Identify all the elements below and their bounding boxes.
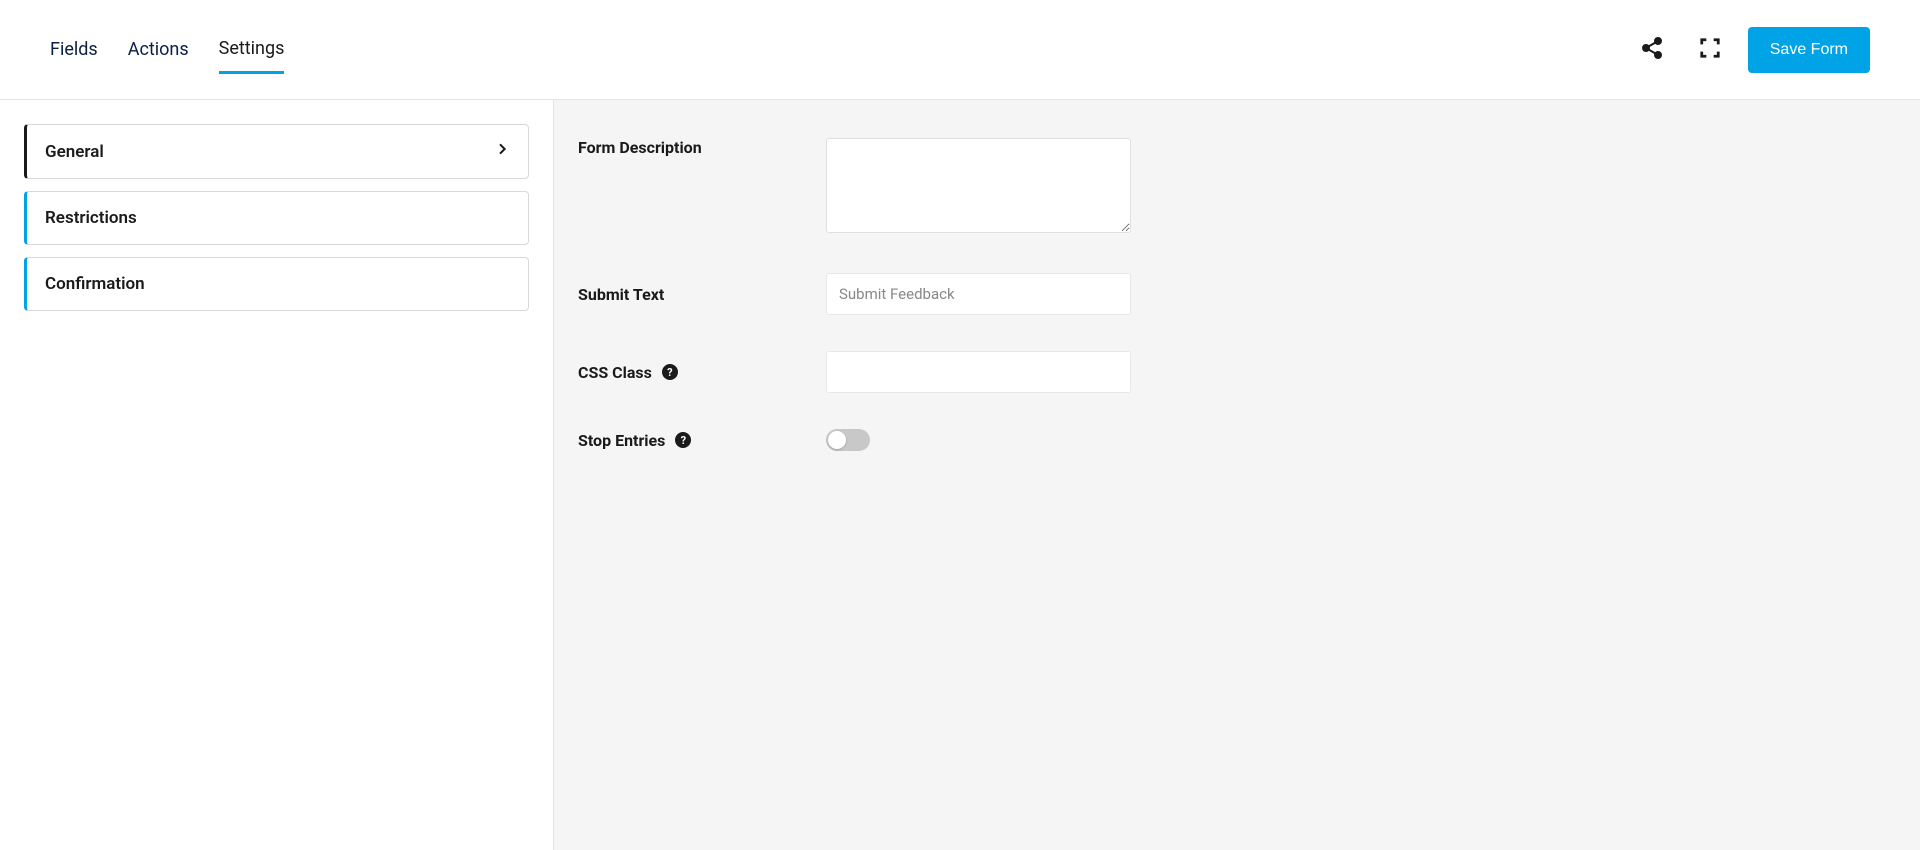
submit-text-label: Submit Text bbox=[578, 285, 826, 304]
main: General Restrictions Confirmation Form D… bbox=[0, 100, 1920, 850]
form-description-input[interactable] bbox=[826, 138, 1131, 233]
help-icon[interactable]: ? bbox=[662, 364, 678, 380]
css-class-label: CSS Class ? bbox=[578, 363, 826, 382]
share-icon bbox=[1640, 36, 1664, 63]
fullscreen-icon bbox=[1699, 37, 1721, 62]
form-row-css-class: CSS Class ? bbox=[578, 351, 1896, 393]
form-row-stop-entries: Stop Entries ? bbox=[578, 429, 1896, 451]
sidebar-item-confirmation[interactable]: Confirmation bbox=[24, 257, 529, 311]
header-actions: Save Form bbox=[1632, 27, 1870, 73]
chevron-right-icon bbox=[494, 141, 510, 162]
form-row-description: Form Description bbox=[578, 138, 1896, 237]
form-description-label: Form Description bbox=[578, 138, 826, 157]
stop-entries-label-text: Stop Entries bbox=[578, 431, 665, 450]
share-button[interactable] bbox=[1632, 30, 1672, 70]
tab-actions[interactable]: Actions bbox=[128, 27, 189, 72]
sidebar-item-label: Confirmation bbox=[45, 274, 145, 294]
tabs: Fields Actions Settings bbox=[50, 26, 284, 74]
tab-settings[interactable]: Settings bbox=[219, 26, 285, 74]
sidebar-item-restrictions[interactable]: Restrictions bbox=[24, 191, 529, 245]
help-icon[interactable]: ? bbox=[675, 432, 691, 448]
submit-text-input[interactable] bbox=[826, 273, 1131, 315]
form-row-submit-text: Submit Text bbox=[578, 273, 1896, 315]
settings-content: Form Description Submit Text CSS Class ?… bbox=[554, 100, 1920, 850]
sidebar-item-label: Restrictions bbox=[45, 208, 137, 228]
sidebar-item-general[interactable]: General bbox=[24, 124, 529, 179]
css-class-label-text: CSS Class bbox=[578, 363, 652, 382]
sidebar-item-label: General bbox=[45, 142, 104, 162]
settings-sidebar: General Restrictions Confirmation bbox=[0, 100, 554, 850]
save-form-button[interactable]: Save Form bbox=[1748, 27, 1870, 73]
fullscreen-button[interactable] bbox=[1690, 30, 1730, 70]
css-class-input[interactable] bbox=[826, 351, 1131, 393]
stop-entries-label: Stop Entries ? bbox=[578, 431, 826, 450]
header: Fields Actions Settings bbox=[0, 0, 1920, 100]
tab-fields[interactable]: Fields bbox=[50, 27, 98, 72]
toggle-knob bbox=[828, 431, 846, 449]
stop-entries-toggle[interactable] bbox=[826, 429, 870, 451]
